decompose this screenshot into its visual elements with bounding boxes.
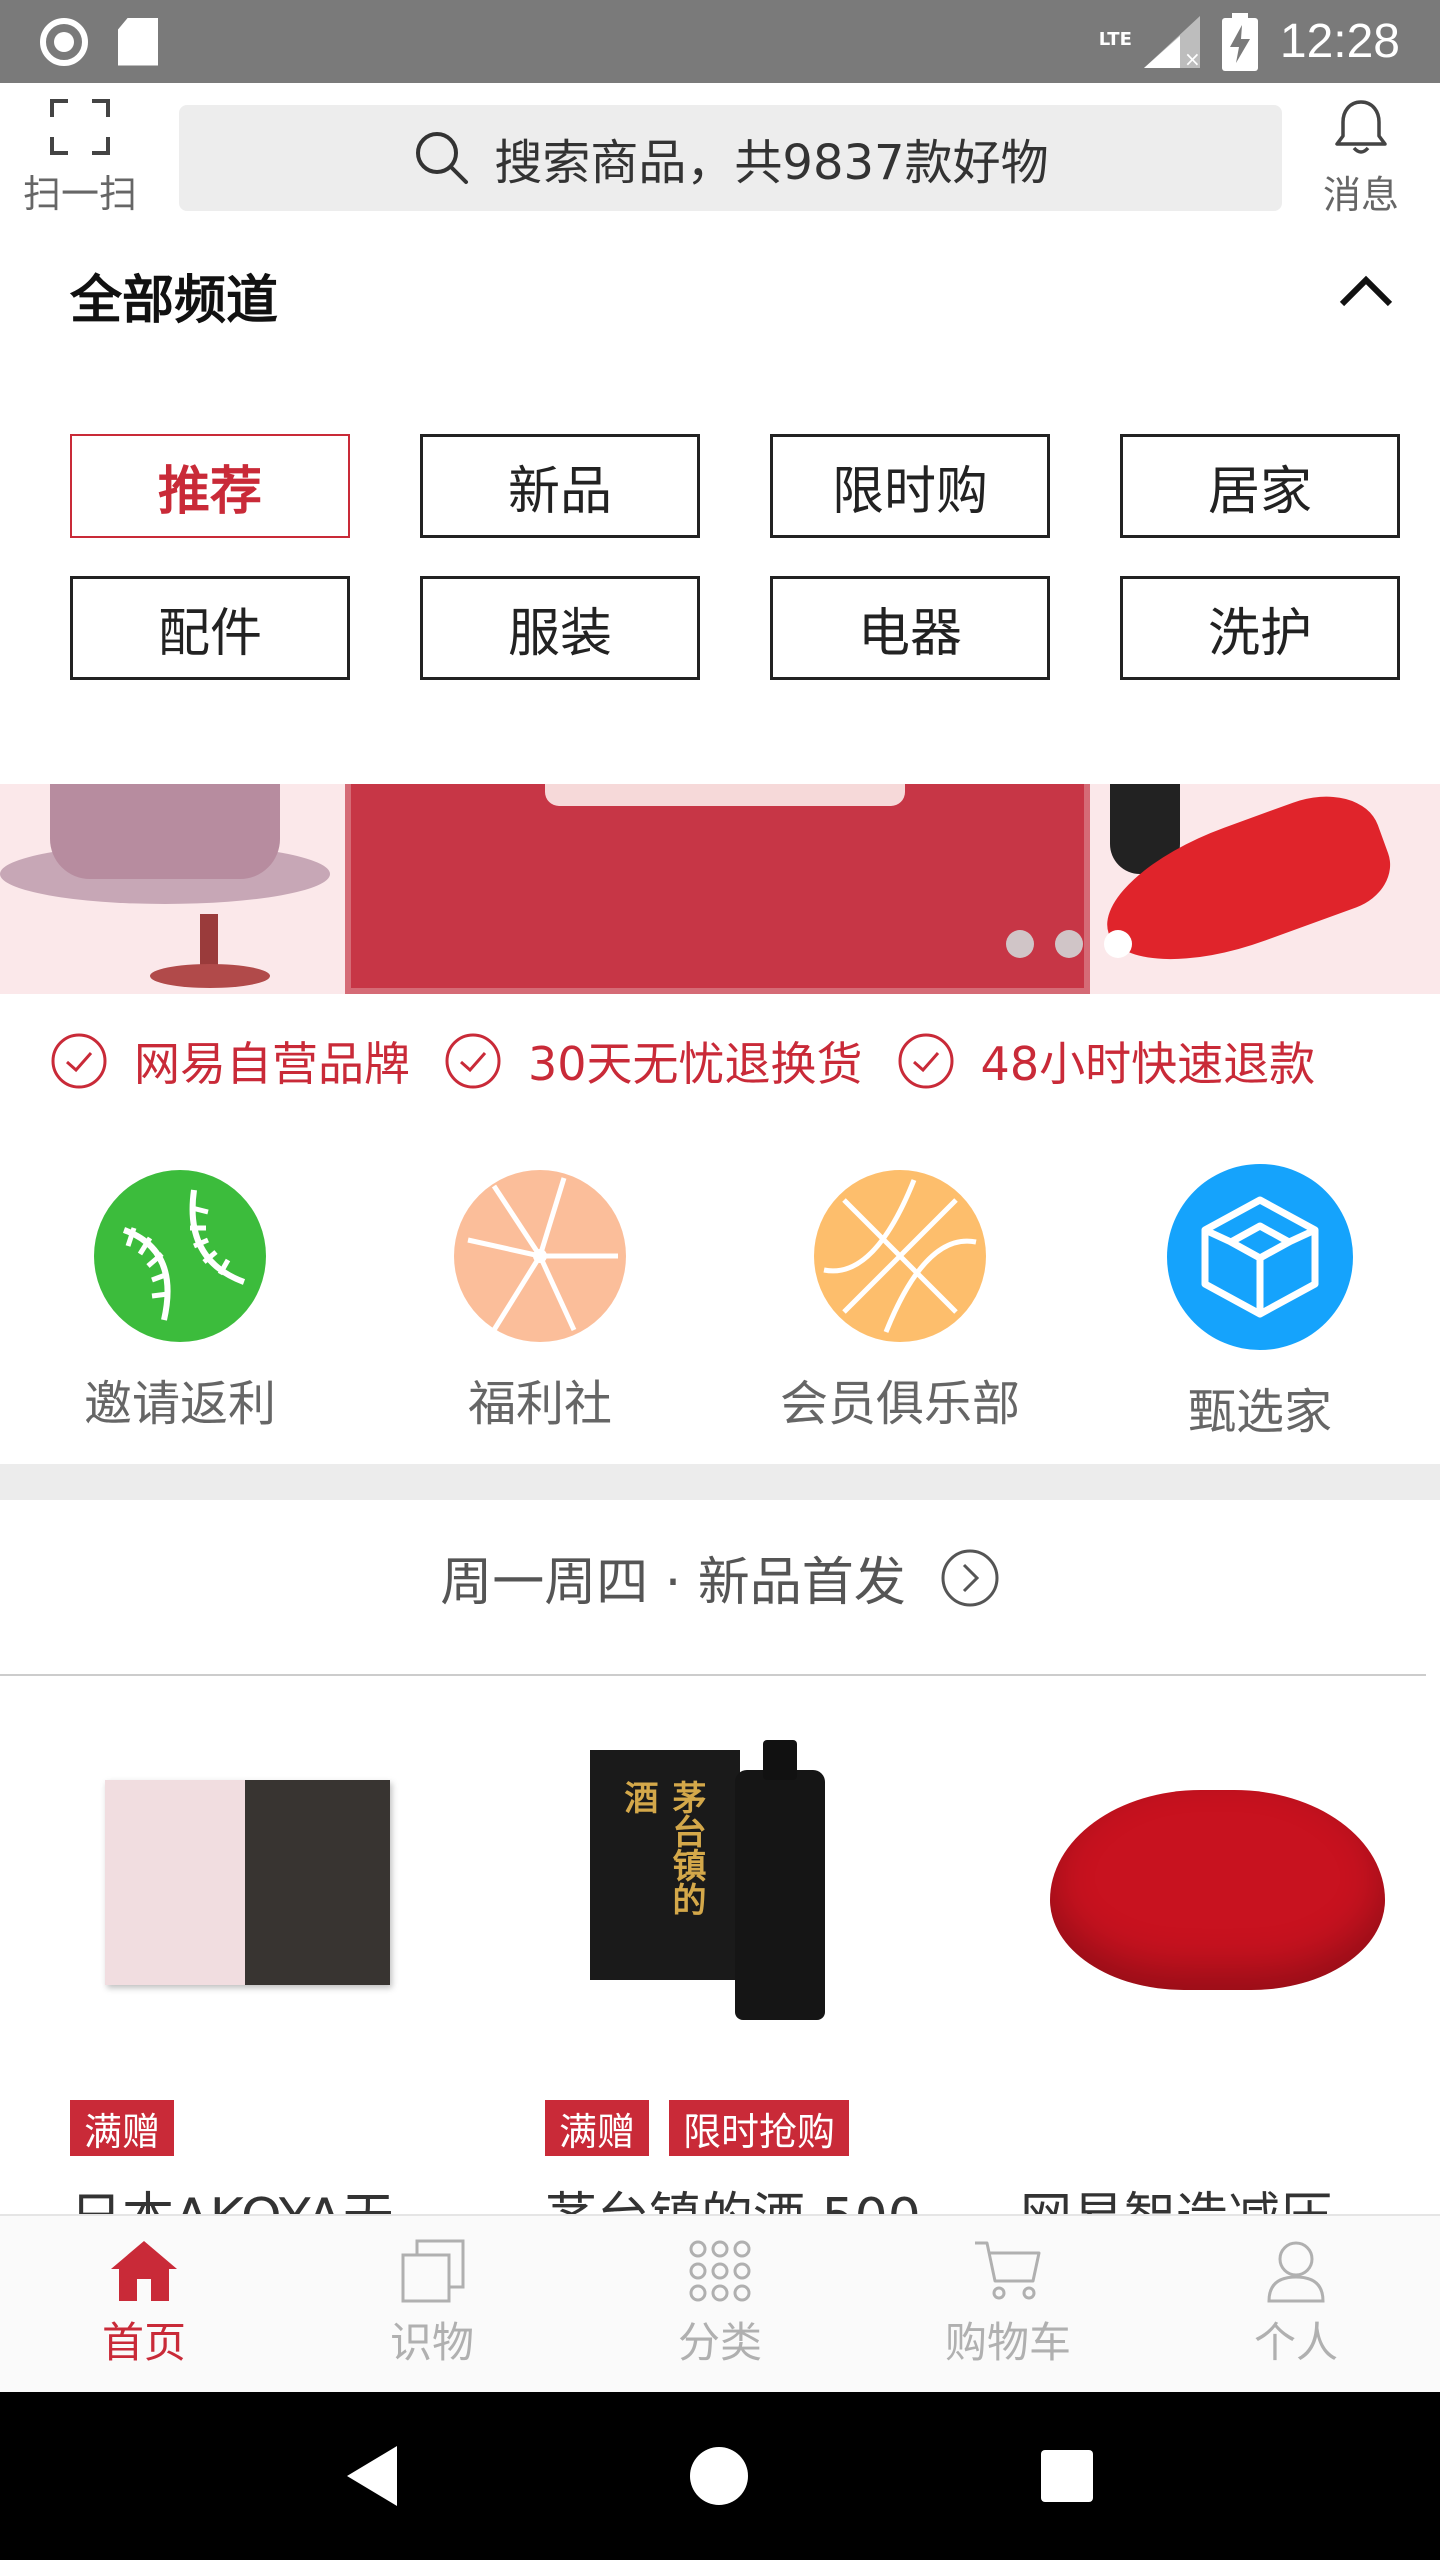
nav-profile[interactable]: 个人: [1152, 2216, 1440, 2392]
channel-recommend[interactable]: 推荐: [70, 434, 350, 538]
guarantee-text: 30天无忧退换货: [528, 1037, 863, 1091]
product-card[interactable]: 网易智造减压: [1020, 1700, 1420, 2248]
quick-link-label: 福利社: [467, 1376, 612, 1432]
nav-label: 购物车: [944, 2317, 1071, 2367]
nav-label: 个人: [1253, 2317, 1338, 2367]
message-label: 消息: [1322, 172, 1399, 217]
tag-flash-sale: 限时抢购: [669, 2100, 850, 2156]
status-bar: LTE × 12:28: [0, 0, 1440, 83]
basketball-icon: [814, 1170, 986, 1342]
message-button[interactable]: 消息: [1282, 83, 1440, 233]
product-image-gift-box: [70, 1750, 470, 2050]
check-circle-icon: [898, 1033, 954, 1089]
clock: 12:28: [1279, 15, 1400, 68]
channel-care[interactable]: 洗护: [1120, 576, 1400, 680]
nav-label: 分类: [677, 2317, 762, 2367]
back-icon[interactable]: [346, 2446, 397, 2506]
quick-link-label: 甄选家: [1187, 1384, 1332, 1440]
nav-cart[interactable]: 购物车: [864, 2216, 1152, 2392]
guarantee-item: 30天无忧退换货: [444, 1028, 863, 1094]
product-image-massage-pillow: [1020, 1750, 1420, 2050]
banner-card: [345, 784, 1090, 994]
bottom-nav: 首页 识物 分类 购物车 个人: [0, 2214, 1440, 2392]
product-card[interactable]: 满赠 日本AKOYA天: [70, 1700, 470, 2248]
check-circle-icon: [445, 1033, 501, 1089]
svg-text:×: ×: [1184, 47, 1200, 68]
section-divider: [0, 1464, 1440, 1500]
top-header: 扫一扫 搜索商品，共9837款好物 消息: [0, 83, 1440, 233]
home-icon: [111, 2240, 177, 2301]
product-row: 满赠 日本AKOYA天 茅台镇的酒 满赠 限时抢购 茅台镇的酒 500 网易智造…: [0, 1700, 1440, 2248]
banner-plate: [545, 784, 905, 806]
guarantee-text: 48小时快速退款: [980, 1037, 1316, 1091]
quick-link-welfare[interactable]: 福利社: [360, 1160, 720, 1440]
product-card[interactable]: 茅台镇的酒 满赠 限时抢购 茅台镇的酒 500: [545, 1700, 945, 2248]
promo-banner[interactable]: [0, 784, 1440, 994]
check-circle-icon: [51, 1033, 107, 1089]
guarantee-item: 48小时快速退款: [897, 1028, 1316, 1094]
person-icon: [1267, 2241, 1325, 2302]
new-arrivals-header[interactable]: 周一周四 · 新品首发: [0, 1540, 1440, 1615]
channel-home[interactable]: 居家: [1120, 434, 1400, 538]
pagination-dot[interactable]: [1055, 930, 1083, 958]
channel-accessories[interactable]: 配件: [70, 576, 350, 680]
tag-gift: 满赠: [545, 2100, 650, 2156]
channel-new[interactable]: 新品: [420, 434, 700, 538]
section-rule: [0, 1674, 1426, 1676]
chevron-up-icon[interactable]: [1338, 272, 1394, 308]
quick-link-label: 邀请返利: [83, 1376, 276, 1432]
sync-icon: [40, 17, 88, 66]
channel-apparel[interactable]: 服装: [420, 576, 700, 680]
nav-label: 首页: [101, 2317, 186, 2367]
guarantee-strip: 网易自营品牌 30天无忧退换货 48小时快速退款: [50, 1028, 1400, 1094]
nav-label: 识物: [389, 2317, 474, 2367]
section-title: 周一周四 · 新品首发: [440, 1553, 906, 1613]
quick-links: 邀请返利 福利社 会员俱乐部 甄选家: [0, 1160, 1440, 1440]
nav-home[interactable]: 首页: [0, 2216, 288, 2392]
scan-icon: [50, 98, 110, 155]
network-type-label: LTE: [1098, 28, 1132, 50]
hat-crown: [50, 784, 280, 879]
channels-title: 全部频道: [70, 271, 279, 331]
channel-flash-sale[interactable]: 限时购: [770, 434, 1050, 538]
home-circle-icon[interactable]: [689, 2447, 748, 2505]
product-tags: 满赠 限时抢购: [545, 2100, 850, 2156]
signal-icon: ×: [1143, 15, 1200, 68]
scan-label: 扫一扫: [22, 171, 137, 216]
product-image-liquor: 茅台镇的酒: [545, 1740, 945, 2050]
battery-charging-icon: [1221, 12, 1258, 71]
pagination-dot-active[interactable]: [1104, 930, 1132, 958]
quick-link-label: 会员俱乐部: [779, 1376, 1020, 1432]
pagination-dot[interactable]: [1006, 930, 1034, 958]
search-placeholder: 搜索商品，共9837款好物: [494, 135, 1049, 191]
scan-button[interactable]: 扫一扫: [0, 83, 160, 233]
search-bar[interactable]: 搜索商品，共9837款好物: [179, 105, 1282, 211]
baseball-icon: [94, 1170, 266, 1342]
guarantee-item: 网易自营品牌: [50, 1028, 410, 1094]
sd-card-icon: [118, 17, 158, 66]
search-icon: [416, 132, 469, 184]
nav-categories[interactable]: 分类: [576, 2216, 864, 2392]
nav-discover[interactable]: 识物: [288, 2216, 576, 2392]
product-tags: 满赠: [70, 2100, 175, 2156]
hat-base: [150, 964, 270, 988]
bell-icon: [1335, 99, 1387, 154]
system-nav-bar: [0, 2392, 1440, 2560]
channel-grid: 推荐 新品 限时购 居家 配件 服装 电器 洗护: [70, 434, 1400, 680]
cube-icon: [1167, 1164, 1353, 1350]
grid-dots-icon: [689, 2240, 751, 2301]
cart-icon: [975, 2241, 1041, 2299]
guarantee-text: 网易自营品牌: [134, 1037, 410, 1091]
banner-pagination: [1006, 930, 1132, 958]
recent-apps-icon[interactable]: [1041, 2450, 1094, 2502]
cards-icon: [401, 2239, 465, 2302]
tag-gift: 满赠: [70, 2100, 175, 2156]
quick-link-member-club[interactable]: 会员俱乐部: [720, 1160, 1080, 1440]
quick-link-invite[interactable]: 邀请返利: [0, 1160, 360, 1440]
aperture-icon: [454, 1170, 626, 1342]
chevron-right-circle-icon[interactable]: [940, 1548, 1000, 1608]
channel-appliances[interactable]: 电器: [770, 576, 1050, 680]
quick-link-selector[interactable]: 甄选家: [1080, 1160, 1440, 1440]
